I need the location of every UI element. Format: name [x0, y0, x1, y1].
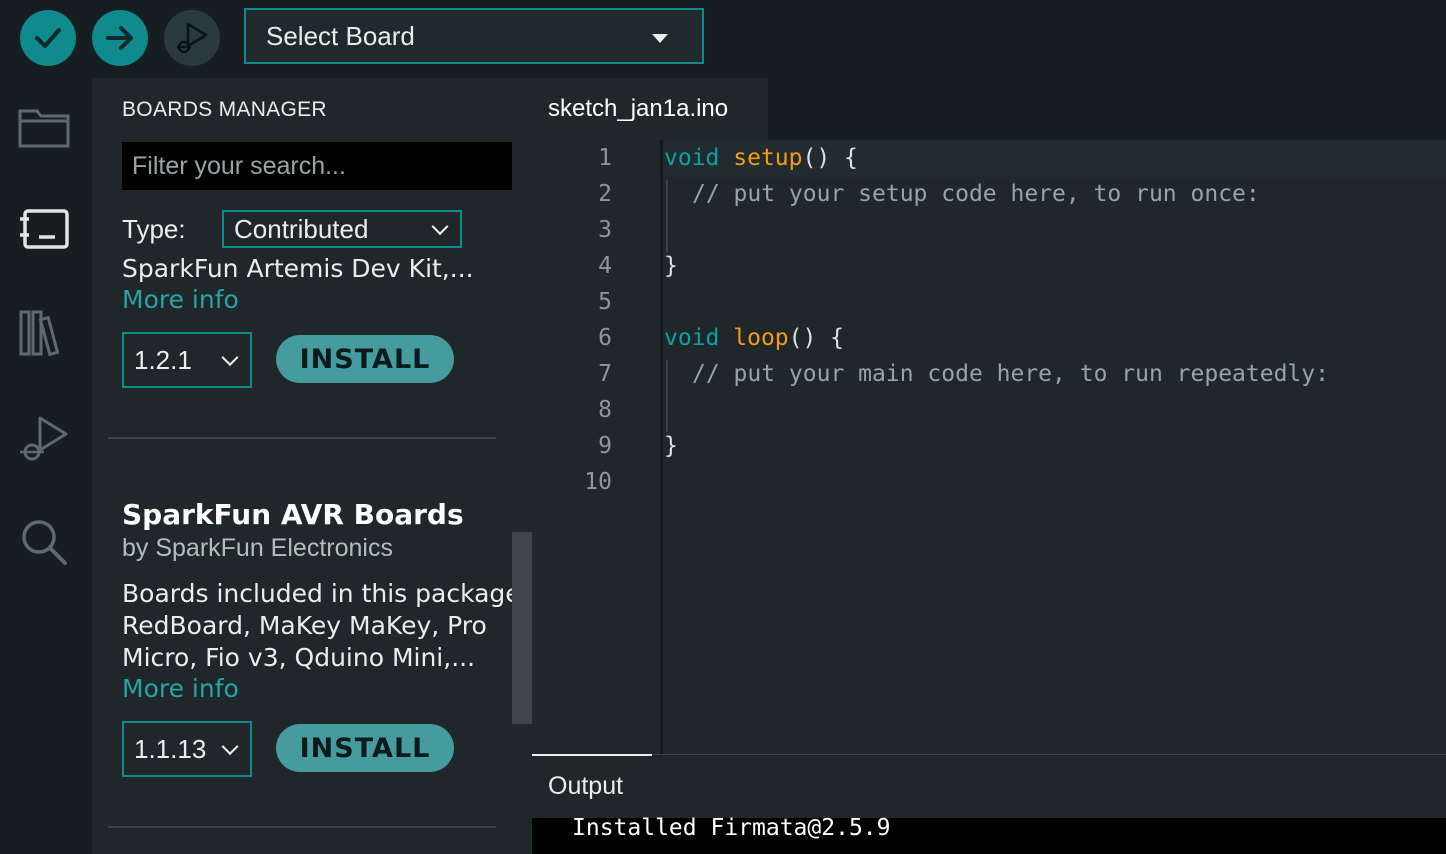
board-description: SparkFun Artemis Dev Kit,...	[122, 254, 474, 283]
check-icon	[35, 28, 61, 48]
code-line: }	[664, 433, 678, 459]
panel-title: BOARDS MANAGER	[122, 98, 327, 121]
chevron-down-icon	[221, 738, 239, 756]
board-description-line: Boards included in this package:	[122, 579, 530, 608]
activity-bar	[0, 78, 92, 854]
filter-search-input[interactable]	[122, 142, 512, 190]
search-icon	[22, 520, 67, 565]
chevron-down-icon	[221, 349, 239, 367]
debug-button[interactable]	[164, 10, 220, 66]
board-description-line: RedBoard, MaKey MaKey, Pro	[122, 611, 487, 640]
comment: // put your main code here, to run repea…	[692, 361, 1329, 387]
search-button[interactable]	[16, 514, 72, 570]
divider	[108, 826, 496, 828]
output-tab-indicator	[532, 754, 652, 756]
folder-icon	[18, 109, 70, 148]
code-token: () {	[802, 145, 858, 171]
sketchbook-button[interactable]	[16, 98, 72, 154]
debug-icon	[20, 416, 68, 461]
arrow-right-icon	[106, 26, 133, 50]
line-number: 1	[598, 145, 612, 171]
code-token: () {	[788, 325, 845, 351]
line-number: 3	[598, 217, 612, 243]
library-icon	[19, 310, 60, 357]
gutter-separator	[660, 140, 663, 754]
verify-button[interactable]	[20, 10, 76, 66]
library-manager-button[interactable]	[16, 304, 72, 360]
upload-button[interactable]	[92, 10, 148, 66]
output-text: Installed Firmata@2.5.9	[572, 815, 891, 841]
boards-manager-button[interactable]	[16, 200, 72, 256]
code-line: void loop() {	[664, 325, 844, 351]
board-selector[interactable]: Select Board	[244, 8, 704, 64]
debug-play-icon	[177, 22, 208, 54]
indent-guide	[666, 360, 668, 432]
function-name: loop	[733, 325, 789, 351]
caret-down-icon	[652, 34, 668, 43]
boards-manager-panel: BOARDS MANAGER Type: Contributed SparkFu…	[92, 78, 532, 854]
line-number: 8	[598, 397, 612, 423]
tab-sketch[interactable]: sketch_jan1a.ino	[532, 78, 768, 140]
board-icon	[20, 209, 69, 249]
output-panel-header	[532, 754, 1446, 818]
panel-scrollbar[interactable]	[512, 532, 532, 724]
line-number: 10	[584, 469, 612, 495]
version-select[interactable]: 1.1.13	[122, 721, 252, 777]
version-select[interactable]: 1.2.1	[122, 332, 252, 388]
line-number: 2	[598, 181, 612, 207]
type-select[interactable]: Contributed	[222, 210, 462, 248]
tab-label: sketch_jan1a.ino	[548, 95, 729, 122]
more-info-link[interactable]: More info	[122, 674, 239, 703]
divider	[108, 437, 496, 439]
keyword: void	[664, 325, 720, 351]
version-value: 1.1.13	[134, 733, 207, 764]
line-number: 6	[598, 325, 612, 351]
board-description-line: Micro, Fio v3, Qduino Mini,...	[122, 643, 476, 672]
package-title: SparkFun AVR Boards	[122, 498, 464, 531]
type-select-value: Contributed	[234, 213, 369, 244]
install-button[interactable]: INSTALL	[276, 335, 454, 383]
more-info-link[interactable]: More info	[122, 285, 239, 314]
code-line: }	[664, 253, 678, 279]
indent-guide	[666, 180, 668, 252]
line-number: 7	[598, 361, 612, 387]
code-line: void setup() {	[664, 145, 858, 171]
comment: // put your setup code here, to run once…	[692, 181, 1260, 207]
line-number: 5	[598, 289, 612, 315]
tab-output[interactable]: Output	[548, 772, 623, 801]
install-button[interactable]: INSTALL	[276, 724, 454, 772]
function-name: setup	[733, 145, 803, 171]
chevron-down-icon	[431, 218, 449, 236]
version-value: 1.2.1	[134, 344, 192, 375]
package-author: by SparkFun Electronics	[122, 534, 393, 562]
type-label: Type:	[122, 214, 186, 244]
code-line: // put your main code here, to run repea…	[692, 361, 1329, 387]
line-number: 4	[598, 253, 612, 279]
keyword: void	[664, 145, 720, 171]
board-selector-label: Select Board	[266, 20, 415, 51]
code-line: // put your setup code here, to run once…	[692, 181, 1260, 207]
line-number: 9	[598, 433, 612, 459]
debug-panel-button[interactable]	[16, 410, 72, 466]
